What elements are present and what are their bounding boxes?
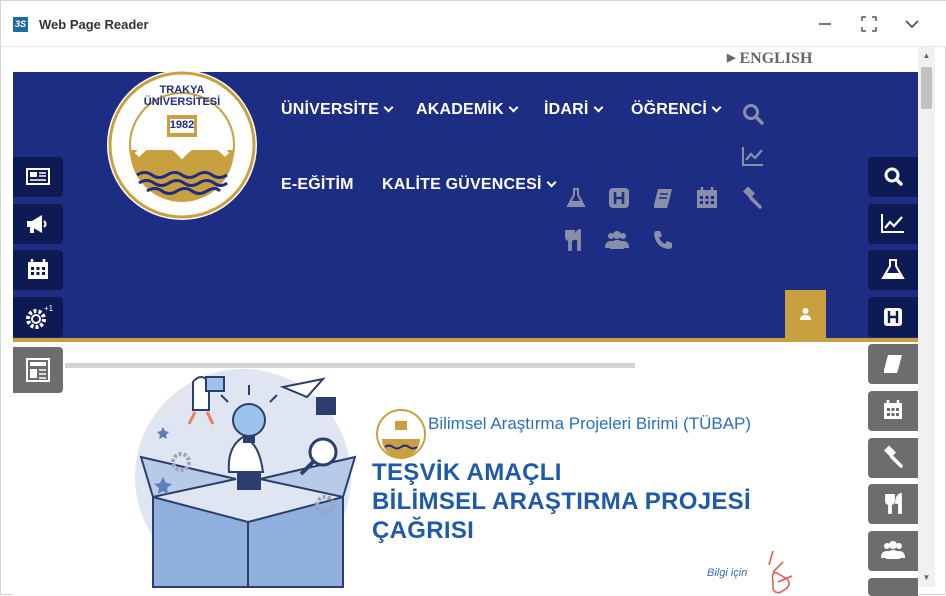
chevron-down-icon <box>905 20 919 29</box>
scrollbar-thumb[interactable] <box>921 67 932 109</box>
search-icon <box>884 167 903 186</box>
phone-icon[interactable] <box>651 228 675 252</box>
left-sidebar-announcements[interactable] <box>13 204 63 244</box>
expand-icon <box>861 16 877 32</box>
megaphone-icon <box>27 215 47 233</box>
hospital-icon <box>884 308 902 326</box>
vertical-scrollbar[interactable]: ▲ ▼ <box>918 47 935 587</box>
nav-e-egitim[interactable]: E-EĞİTİM <box>281 176 354 194</box>
app-logo-icon: 3S <box>13 17 28 32</box>
logo-university-name: TRAKYA ÜNİVERSİTESİ <box>143 84 221 108</box>
left-sidebar-bulletin[interactable] <box>13 347 63 393</box>
university-logo[interactable]: 1982 TRAKYA ÜNİVERSİTESİ <box>107 70 257 220</box>
web-page-reader-window: 3S Web Page Reader ▶ ENGLISH 1982 TRAKYA… <box>0 0 946 596</box>
chevron-down-icon <box>508 102 519 113</box>
nav-ogrenci[interactable]: ÖĞRENCİ <box>631 101 722 119</box>
chevron-down-icon <box>546 177 557 188</box>
maximize-button[interactable] <box>858 13 880 35</box>
chevron-down-icon <box>383 102 394 113</box>
calendar-icon <box>28 259 48 279</box>
right-sidebar-contact[interactable] <box>868 578 918 596</box>
hospital-icon[interactable] <box>607 186 631 210</box>
svg-text:+1: +1 <box>44 304 54 313</box>
chart-line-icon[interactable] <box>741 144 765 168</box>
left-sidebar-settings[interactable]: +1 <box>13 297 63 337</box>
calendar-icon[interactable] <box>695 186 719 210</box>
banner-headline-line-1: TEŞVİK AMAÇLI <box>372 459 562 486</box>
minimize-button[interactable] <box>814 13 836 35</box>
book-icon[interactable] <box>651 186 675 210</box>
user-login-button[interactable] <box>785 290 826 342</box>
logo-year: 1982 <box>169 119 195 131</box>
calendar-icon <box>884 400 902 419</box>
nav-universite[interactable]: ÜNİVERSİTE <box>281 101 394 119</box>
banner-headline-line-2: BİLİMSEL ARAŞTIRMA PROJESİ <box>372 488 751 515</box>
users-icon <box>881 541 905 559</box>
book-icon <box>884 355 902 373</box>
right-sidebar-community[interactable] <box>868 531 918 571</box>
collapse-button[interactable] <box>901 13 923 35</box>
utensils-icon <box>885 493 902 514</box>
news-icon <box>26 358 50 382</box>
newspaper-icon <box>26 168 50 185</box>
left-sidebar-news[interactable] <box>13 157 63 197</box>
flask-icon <box>881 259 905 279</box>
banner-headline-line-3: ÇAĞRISI <box>372 517 475 544</box>
nav-idari[interactable]: İDARİ <box>544 101 604 119</box>
user-icon <box>800 308 811 320</box>
more-info-link[interactable]: Bilgi için <box>707 567 747 579</box>
right-sidebar-library[interactable] <box>868 344 918 384</box>
chart-line-icon <box>881 214 904 233</box>
right-sidebar-legislation[interactable] <box>868 438 918 478</box>
right-sidebar-calendar[interactable] <box>868 391 918 431</box>
banner-subtitle: Bilimsel Araştırma Projeleri Birimi (TÜB… <box>428 414 752 433</box>
minimize-icon <box>819 23 831 25</box>
right-sidebar-dining[interactable] <box>868 484 918 524</box>
users-icon[interactable] <box>605 228 629 252</box>
window-title: Web Page Reader <box>39 17 149 32</box>
nav-kalite-guvencesi[interactable]: KALİTE GÜVENCESİ <box>382 176 557 194</box>
left-sidebar-events[interactable] <box>13 250 63 290</box>
nav-akademik[interactable]: AKADEMİK <box>416 101 519 119</box>
site-header: 1982 TRAKYA ÜNİVERSİTESİ ÜNİVERSİTE AKAD… <box>13 70 918 342</box>
gear-icon: +1 <box>26 304 54 329</box>
triangle-right-icon: ▶ <box>727 52 736 64</box>
scroll-down-arrow-icon[interactable]: ▼ <box>918 571 935 585</box>
title-bar: 3S Web Page Reader <box>1 1 946 47</box>
right-sidebar-search[interactable] <box>868 157 918 197</box>
utensils-icon[interactable] <box>562 228 586 252</box>
chevron-down-icon <box>711 102 722 113</box>
right-sidebar-stats[interactable] <box>868 204 918 244</box>
page-viewport: ▶ ENGLISH 1982 TRAKYA ÜNİVERSİTESİ ÜNİVE… <box>13 47 918 596</box>
english-language-link[interactable]: ▶ ENGLISH <box>727 50 812 68</box>
gavel-icon <box>883 445 903 468</box>
right-sidebar-hospital[interactable] <box>868 297 918 337</box>
flask-icon[interactable] <box>564 186 588 210</box>
right-sidebar-research[interactable] <box>868 250 918 290</box>
gavel-icon[interactable] <box>739 186 763 210</box>
chevron-down-icon <box>593 102 604 113</box>
scroll-up-arrow-icon[interactable]: ▲ <box>918 49 935 63</box>
search-icon[interactable] <box>741 102 765 126</box>
